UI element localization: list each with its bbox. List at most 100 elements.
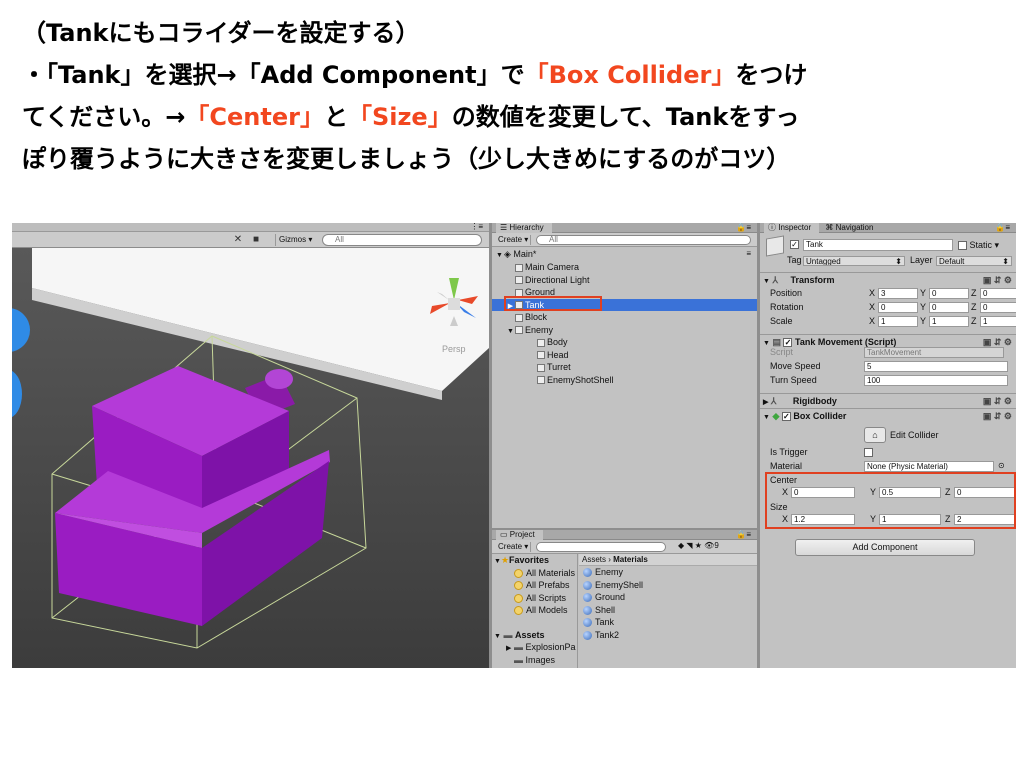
hierarchy-item[interactable]: EnemyShotShell bbox=[492, 374, 757, 386]
active-checkbox[interactable]: ✓ bbox=[790, 240, 799, 249]
hierarchy-item[interactable]: Turret bbox=[492, 361, 757, 373]
tag-dropdown[interactable]: Untagged ⬍ bbox=[803, 256, 905, 266]
favorites-item[interactable]: All Prefabs bbox=[492, 579, 577, 592]
component-menu-icons[interactable]: ▣ ⇵ ⚙ bbox=[983, 394, 1012, 408]
unity-editor: ⋮≡ ✕ ■ Gizmos ▾ All Persp ☰ Hierarchy 🔒≡… bbox=[12, 223, 1016, 668]
tools-icon[interactable]: ✕ bbox=[232, 234, 244, 246]
tank-movement-header[interactable]: ▼ ▤ ✓ Tank Movement (Script) ▣ ⇵ ⚙ bbox=[760, 334, 1016, 348]
transform-header[interactable]: ▼ ⅄ Transform ▣ ⇵ ⚙ bbox=[760, 272, 1016, 286]
static-toggle[interactable]: Static ▾ bbox=[958, 239, 999, 251]
filter-icons[interactable]: ◆ ◥ ★ 👁9 bbox=[678, 541, 719, 550]
favorites-header[interactable]: ▼★Favorites bbox=[492, 554, 577, 567]
script-field[interactable]: TankMovement bbox=[864, 347, 1004, 358]
component-enabled-checkbox[interactable]: ✓ bbox=[781, 412, 791, 422]
material-item-label: Shell bbox=[595, 604, 616, 615]
favorites-item[interactable]: All Models bbox=[492, 604, 577, 617]
component-menu-icons[interactable]: ▣ ⇵ ⚙ bbox=[983, 409, 1012, 423]
box-collider-header[interactable]: ▼ ◆ ✓ Box Collider ▣ ⇵ ⚙ bbox=[760, 408, 1016, 422]
hierarchy-item-label: Enemy bbox=[525, 324, 554, 335]
material-item[interactable]: Enemy bbox=[579, 566, 757, 579]
hierarchy-item-label: Block bbox=[525, 312, 548, 322]
breadcrumb-current[interactable]: Materials bbox=[613, 555, 648, 564]
rigidbody-title: Rigidbody bbox=[792, 396, 837, 406]
hierarchy-item[interactable]: Main Camera bbox=[492, 261, 757, 273]
lock-icon[interactable]: 🔒≡ bbox=[736, 223, 751, 233]
expand-arrow-icon[interactable]: ▼ bbox=[763, 414, 770, 421]
material-item[interactable]: Tank2 bbox=[579, 629, 757, 642]
edit-collider-button[interactable]: ⌂ bbox=[864, 427, 886, 443]
instruction-line-1: （Tankにもコライダーを設定する） bbox=[22, 19, 420, 47]
vector-field-y[interactable]: 0 bbox=[929, 288, 969, 299]
scene-menu-icon[interactable]: ≡ bbox=[746, 248, 751, 260]
vector-value-y: 0 bbox=[932, 289, 937, 298]
vector-field-y[interactable]: 1 bbox=[929, 316, 969, 327]
scene-toolbar: ✕ ■ Gizmos ▾ All bbox=[12, 232, 489, 248]
navigation-tab-label: Navigation bbox=[835, 223, 874, 232]
vector-field-x[interactable]: 1 bbox=[878, 316, 918, 327]
vector-field-x[interactable]: 3 bbox=[878, 288, 918, 299]
vector-field-y[interactable]: 0 bbox=[929, 302, 969, 313]
object-name-field[interactable]: Tank bbox=[803, 239, 953, 251]
persp-label[interactable]: Persp bbox=[442, 344, 466, 354]
vector-field-z[interactable]: 1 bbox=[980, 316, 1016, 327]
panel-menu-icon[interactable]: ⋮≡ bbox=[470, 223, 483, 231]
add-component-button[interactable]: Add Component bbox=[795, 539, 975, 556]
material-item[interactable]: EnemyShell bbox=[579, 579, 757, 592]
scene-view[interactable]: ⋮≡ ✕ ■ Gizmos ▾ All Persp bbox=[12, 223, 489, 668]
asset-folder-item[interactable]: ▶ ▬ ExplosionPa bbox=[492, 641, 577, 654]
axis-label-z: Z bbox=[971, 288, 977, 298]
unity-scene-icon: ◈ bbox=[504, 249, 514, 259]
turn-speed-field[interactable]: 100 bbox=[864, 375, 1008, 386]
favorites-item[interactable]: All Scripts bbox=[492, 592, 577, 605]
breadcrumb-root[interactable]: Assets bbox=[582, 555, 606, 564]
vector-field-z[interactable]: 0 bbox=[980, 302, 1016, 313]
hierarchy-item[interactable]: Head bbox=[492, 349, 757, 361]
box-collider-icon: ◆ bbox=[772, 411, 780, 421]
material-item[interactable]: Ground bbox=[579, 591, 757, 604]
navigation-tab[interactable]: ⌘ Navigation bbox=[825, 223, 873, 232]
create-button[interactable]: Create ▾ bbox=[496, 542, 532, 552]
assets-header[interactable]: ▼ ▬ Assets bbox=[492, 629, 577, 642]
expand-arrow-icon[interactable]: ▶ bbox=[763, 399, 768, 406]
favorites-label: Favorites bbox=[509, 555, 550, 565]
favorites-item[interactable]: All Materials bbox=[492, 567, 577, 580]
project-tab[interactable]: ▭ Project 🔒≡ bbox=[492, 530, 757, 540]
material-item[interactable]: Tank bbox=[579, 616, 757, 629]
expand-arrow-icon[interactable]: ▼ bbox=[763, 278, 770, 285]
lock-icon[interactable]: 🔒≡ bbox=[736, 530, 751, 540]
material-field[interactable]: None (Physic Material) bbox=[864, 461, 994, 472]
scene-render: Persp bbox=[12, 248, 489, 668]
expand-arrow-icon[interactable]: ▼ bbox=[763, 340, 770, 347]
hierarchy-item[interactable]: Block bbox=[492, 311, 757, 323]
vector-field-z[interactable]: 0 bbox=[980, 288, 1016, 299]
hierarchy-search-input[interactable]: All bbox=[536, 235, 751, 245]
hierarchy-item-label: Directional Light bbox=[525, 274, 590, 285]
object-picker-icon[interactable]: ⊙ bbox=[998, 460, 1005, 472]
scene-root-row[interactable]: ▼◈ Main* ≡ bbox=[492, 248, 757, 260]
asset-folder-item[interactable]: ▬ Images bbox=[492, 654, 577, 667]
hierarchy-tab[interactable]: ☰ Hierarchy 🔒≡ bbox=[492, 223, 757, 233]
layer-dropdown[interactable]: Default ⬍ bbox=[936, 256, 1012, 266]
inspector-tab[interactable]: ⓘ Inspector bbox=[764, 223, 820, 233]
expand-arrow-icon[interactable]: ▼ bbox=[494, 558, 501, 565]
folder-icon: ▬ bbox=[514, 642, 526, 652]
hierarchy-item[interactable]: Body bbox=[492, 336, 757, 348]
scene-search-input[interactable]: All bbox=[322, 234, 482, 246]
is-trigger-checkbox[interactable] bbox=[864, 448, 873, 457]
lock-icon[interactable]: 🔒≡ bbox=[995, 223, 1010, 233]
expand-arrow-icon[interactable]: ▼ bbox=[494, 633, 501, 640]
create-button[interactable]: Create ▾ bbox=[496, 235, 532, 245]
component-menu-icons[interactable]: ▣ ⇵ ⚙ bbox=[983, 273, 1012, 287]
camera-icon[interactable]: ■ bbox=[250, 234, 262, 246]
hierarchy-item[interactable]: Directional Light bbox=[492, 274, 757, 286]
axis-label-x: X bbox=[869, 302, 876, 312]
search-icon bbox=[514, 606, 523, 616]
move-speed-field[interactable]: 5 bbox=[864, 361, 1008, 372]
gizmos-button[interactable]: Gizmos ▾ bbox=[275, 234, 315, 246]
rigidbody-header[interactable]: ▶ ⅄ Rigidbody ▣ ⇵ ⚙ bbox=[760, 393, 1016, 407]
material-item[interactable]: Shell bbox=[579, 604, 757, 617]
vector-field-x[interactable]: 0 bbox=[878, 302, 918, 313]
hierarchy-item[interactable]: ▼ Enemy bbox=[492, 324, 757, 336]
scene-canvas[interactable]: Persp bbox=[12, 248, 489, 668]
project-search-input[interactable] bbox=[536, 542, 666, 552]
